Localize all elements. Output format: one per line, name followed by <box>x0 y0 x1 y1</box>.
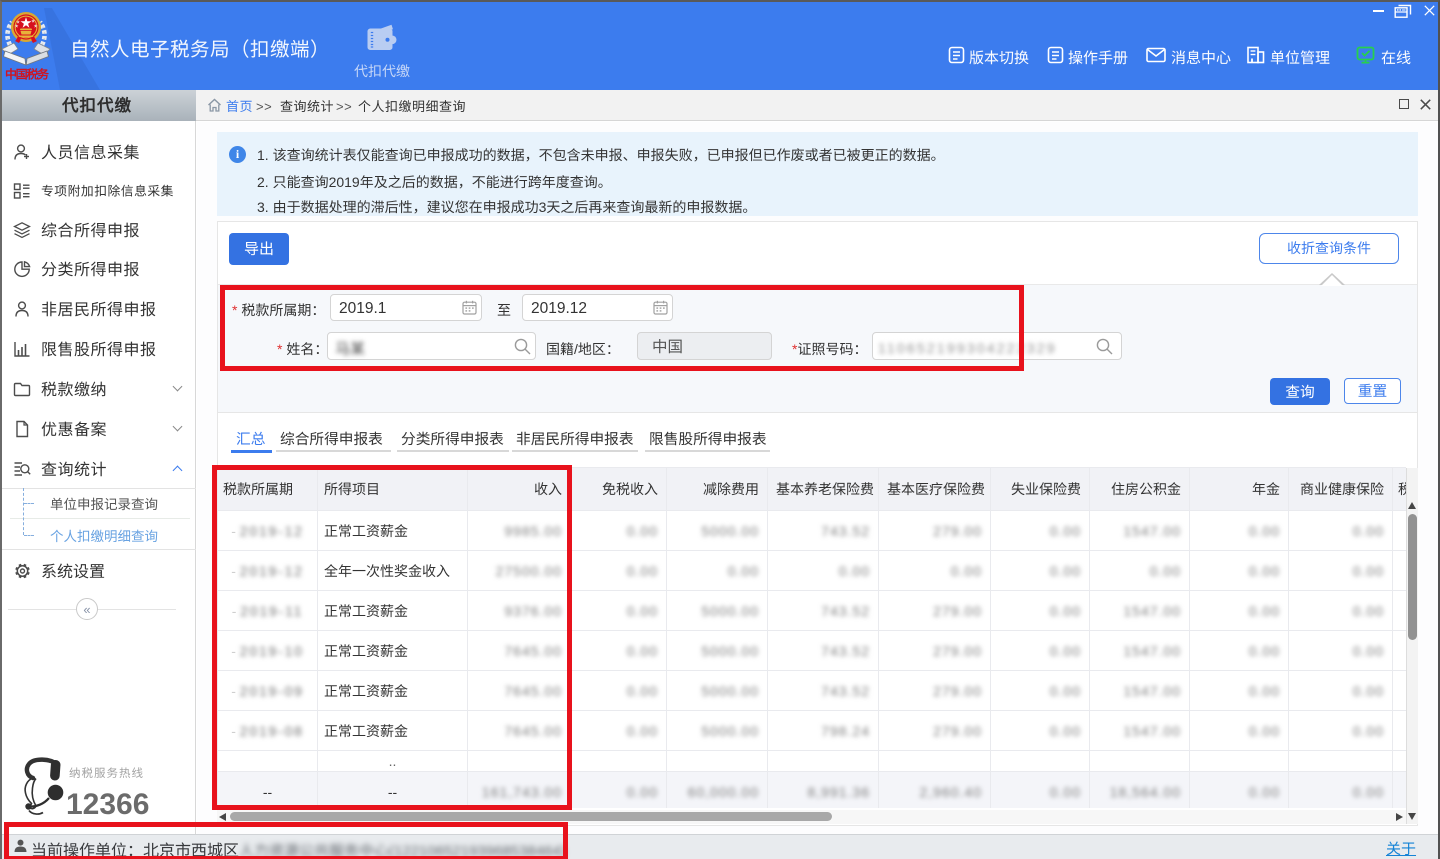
svg-text:中国税务: 中国税务 <box>5 66 49 83</box>
